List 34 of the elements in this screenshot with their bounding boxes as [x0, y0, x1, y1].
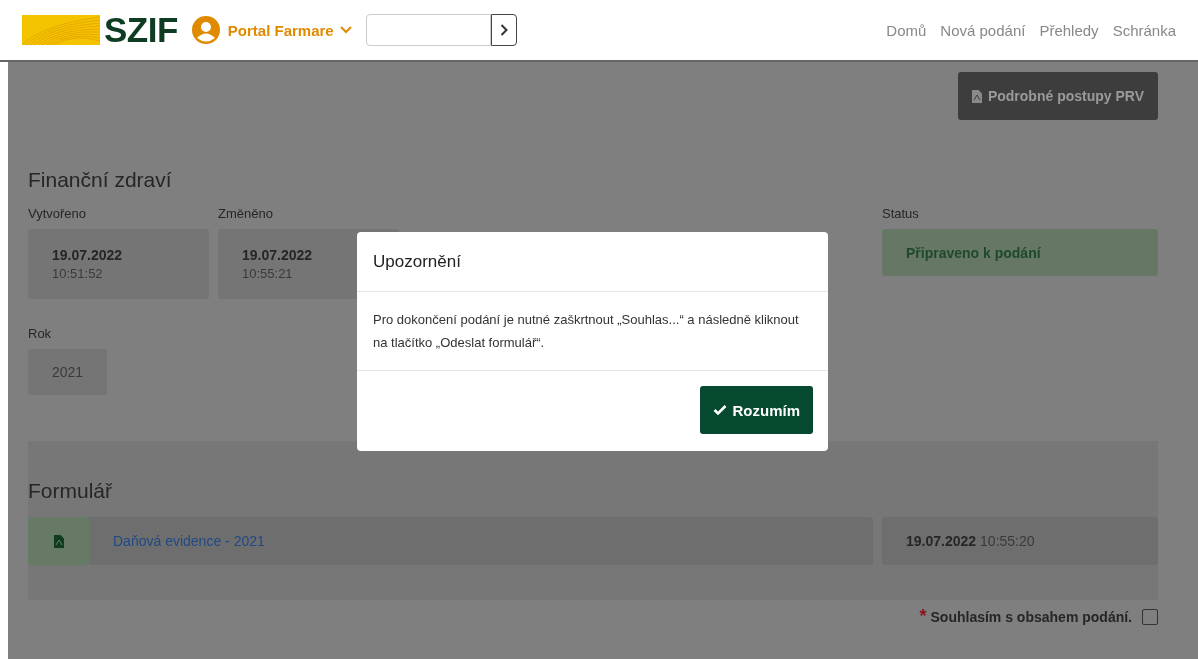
consent-label: Souhlasím s obsahem podání.: [930, 608, 1132, 625]
chevron-down-icon: [339, 26, 352, 34]
dialog-message: Pro dokončení podání je nutné zaškrtnout „Souhlas...“ a následně kliknout na tlačítko „Odeslat formulář“.: [373, 311, 800, 352]
procedures-button[interactable]: Podrobné postupy PRV: [957, 72, 1158, 120]
user-icon: [191, 16, 220, 44]
logo-text: SZIF: [104, 10, 178, 50]
check-icon: [712, 404, 727, 416]
confirm-button[interactable]: Rozumím: [699, 386, 813, 434]
status-badge: Připraveno k podání: [882, 229, 1158, 276]
date-text: 19.07.2022: [52, 247, 124, 263]
time-text: 10:55:21: [242, 266, 294, 281]
search-field[interactable]: [365, 14, 491, 46]
nav-link[interactable]: Nová podání: [940, 21, 1026, 39]
dialog-title: Upozornění: [373, 251, 461, 272]
date-text: 19.07.2022: [906, 533, 977, 549]
year-card: 2021: [28, 349, 107, 395]
nav-link[interactable]: Přehledy: [1039, 21, 1099, 39]
field-label: Vytvořeno: [28, 206, 88, 221]
page-title: Finanční zdraví: [28, 168, 173, 192]
nav-link[interactable]: Schránka: [1112, 21, 1176, 39]
field-label: Změněno: [218, 206, 274, 221]
consent-checkbox[interactable]: [1142, 608, 1158, 625]
nav-link[interactable]: Domů: [886, 21, 927, 39]
required-mark: *: [919, 606, 927, 627]
time-text: 10:51:52: [52, 266, 104, 281]
section-title: Formulář: [28, 479, 114, 503]
logo-icon: [22, 15, 100, 45]
pdf-file-icon: [971, 89, 982, 103]
search-button[interactable]: [490, 14, 517, 46]
portal-menu[interactable]: Portal Farmare: [223, 21, 356, 39]
chevron-right-icon: [499, 24, 508, 36]
field-label: Status: [882, 206, 920, 221]
field-label: Rok: [28, 326, 53, 341]
pdf-file-icon: [53, 534, 64, 548]
